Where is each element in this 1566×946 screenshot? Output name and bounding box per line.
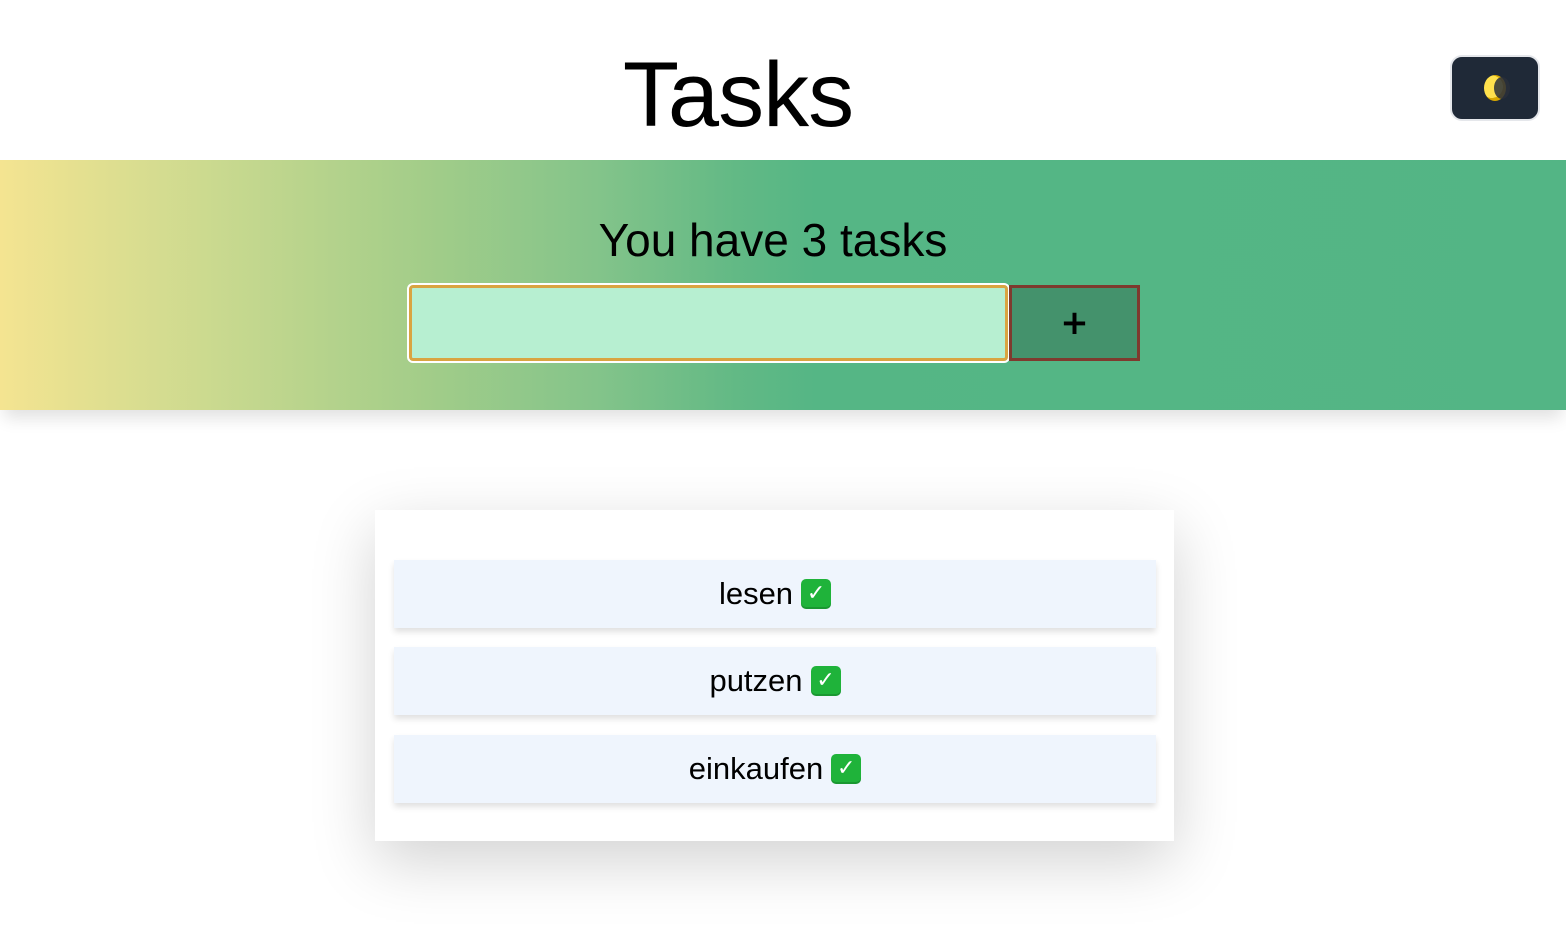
add-task-button[interactable]: + <box>1009 285 1140 361</box>
task-item[interactable]: einkaufen ✓ <box>394 735 1156 803</box>
moon-icon <box>1484 75 1510 101</box>
task-label: einkaufen <box>688 751 824 786</box>
page: Tasks You have 3 tasks + lesen ✓ putzen … <box>0 0 1566 946</box>
check-mark-icon[interactable]: ✓ <box>810 666 841 696</box>
task-label: lesen <box>718 576 794 611</box>
task-list-card: lesen ✓ putzen ✓ einkaufen ✓ <box>375 510 1174 841</box>
task-item[interactable]: putzen ✓ <box>394 647 1156 715</box>
page-title: Tasks <box>622 44 854 146</box>
new-task-input[interactable] <box>407 283 1010 363</box>
check-mark-icon[interactable]: ✓ <box>801 579 832 609</box>
hero-banner: You have 3 tasks + <box>0 160 1566 410</box>
task-count: You have 3 tasks <box>598 214 948 266</box>
theme-toggle-button[interactable] <box>1450 55 1540 121</box>
check-mark-icon[interactable]: ✓ <box>831 754 862 784</box>
task-label: putzen <box>709 663 803 698</box>
task-item[interactable]: lesen ✓ <box>394 560 1156 628</box>
